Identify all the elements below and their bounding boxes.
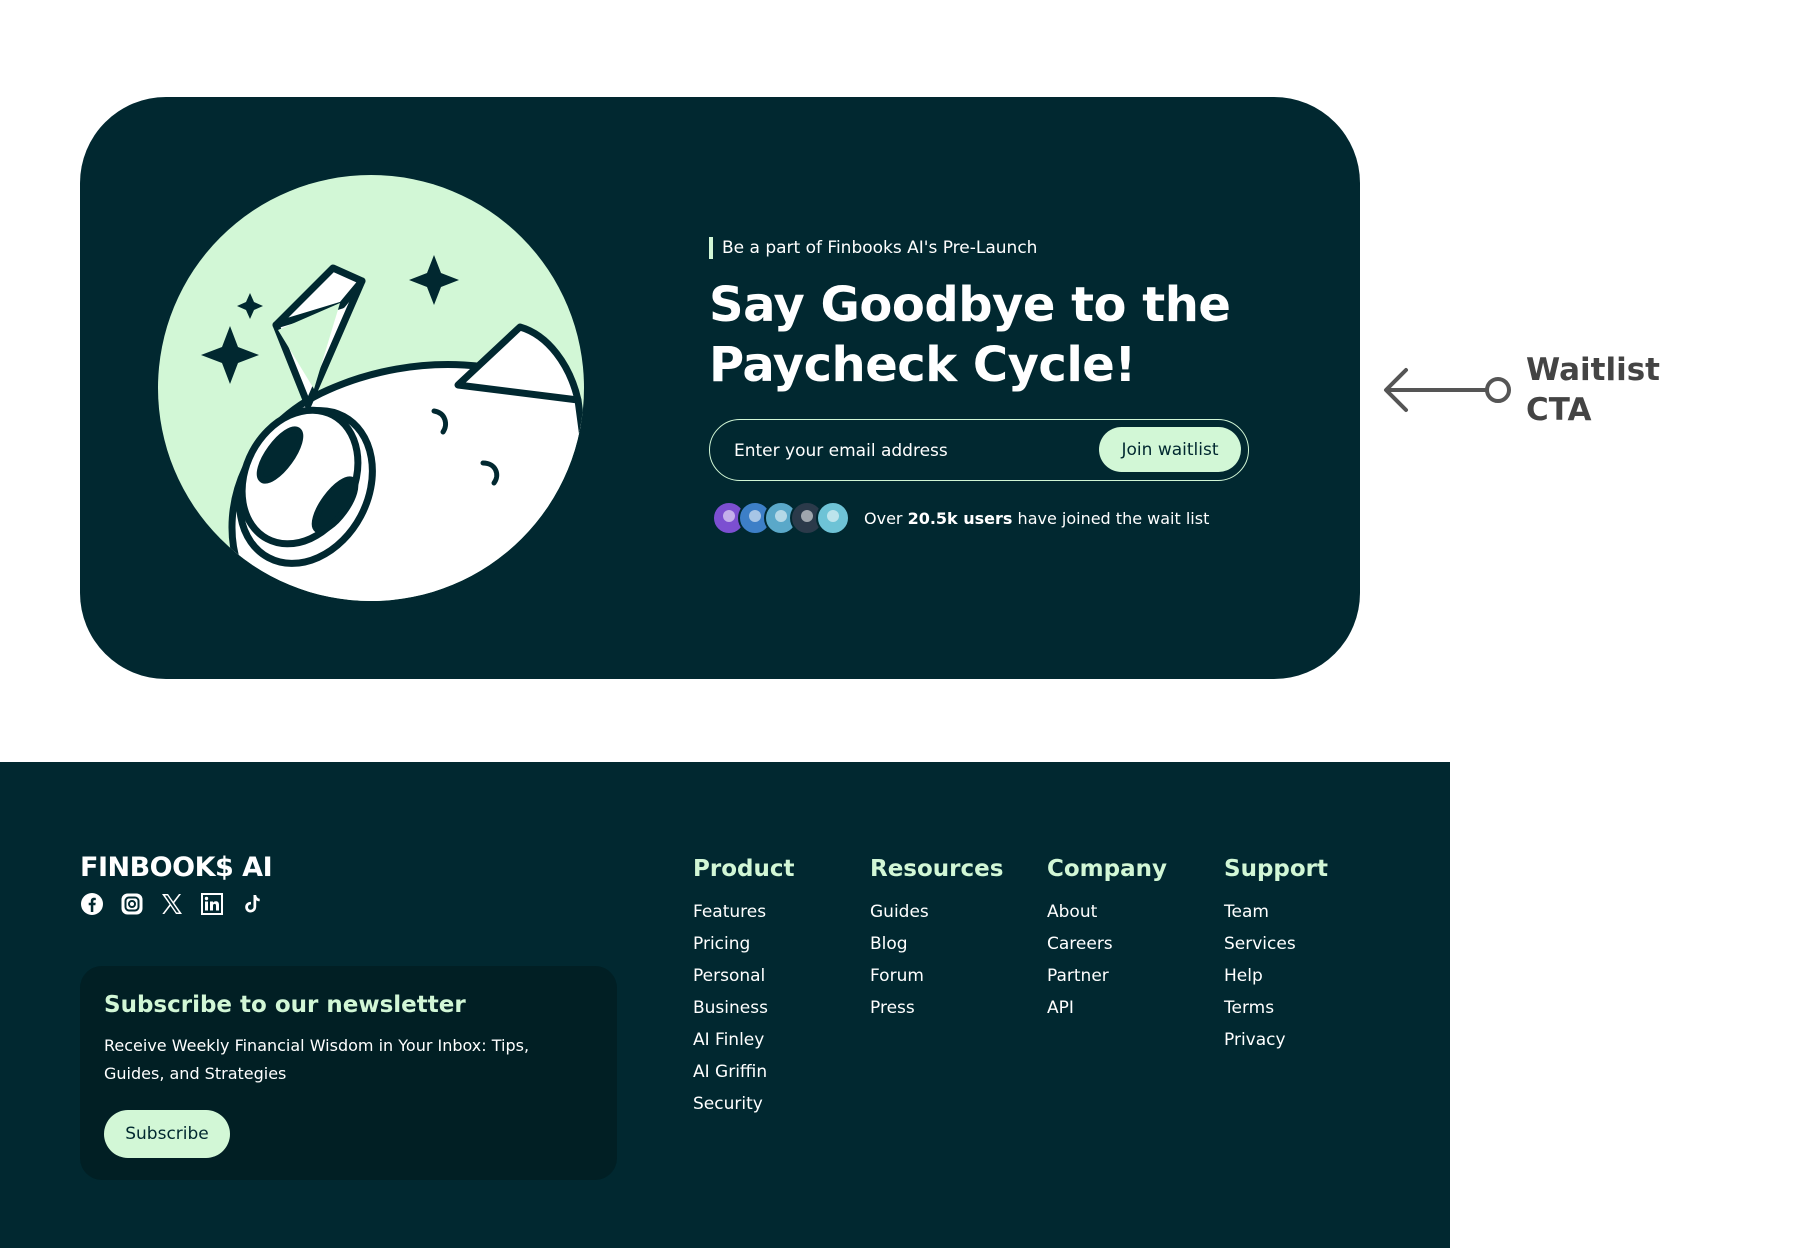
footer-link-personal[interactable]: Personal	[693, 966, 765, 986]
arrow-left-icon	[1384, 368, 1511, 412]
footer-link-press[interactable]: Press	[870, 998, 915, 1018]
subscribe-button[interactable]: Subscribe	[104, 1110, 230, 1158]
instagram-icon[interactable]	[120, 892, 144, 916]
footer-link-help[interactable]: Help	[1224, 966, 1263, 986]
footer-link-blog[interactable]: Blog	[870, 934, 908, 954]
annotation-label: Waitlist CTA	[1526, 352, 1660, 428]
footer-link-about[interactable]: About	[1047, 902, 1097, 922]
footer-link-careers[interactable]: Careers	[1047, 934, 1113, 954]
footer-link-ai-finley[interactable]: AI Finley	[693, 1030, 764, 1050]
proof-suffix: have joined the wait list	[1017, 508, 1210, 528]
footer-link-api[interactable]: API	[1047, 998, 1074, 1018]
tiktok-icon[interactable]	[240, 892, 264, 916]
newsletter-card: Subscribe to our newsletter Receive Week…	[80, 966, 617, 1180]
facebook-icon[interactable]	[80, 892, 104, 916]
social-proof: Over 20.5k users have joined the wait li…	[712, 501, 1209, 535]
footer-link-terms[interactable]: Terms	[1224, 998, 1274, 1018]
footer-link-privacy[interactable]: Privacy	[1224, 1030, 1286, 1050]
footer-link-ai-griffin[interactable]: AI Griffin	[693, 1062, 767, 1082]
avatar	[816, 501, 850, 535]
proof-prefix: Over	[864, 508, 903, 528]
footer-column-company: Company About Careers Partner API	[1047, 852, 1212, 1024]
footer-link-features[interactable]: Features	[693, 902, 766, 922]
footer-column-title: Product	[693, 856, 795, 882]
x-icon[interactable]	[160, 892, 184, 916]
site-footer: FINBOOK$ AI Subscribe to our newsletter	[0, 762, 1450, 1248]
footer-column-title: Company	[1047, 856, 1167, 882]
eyebrow-text: Be a part of Finbooks AI's Pre-Launch	[709, 237, 1037, 259]
footer-column-resources: Resources Guides Blog Forum Press	[870, 852, 1035, 1024]
footer-link-forum[interactable]: Forum	[870, 966, 924, 986]
avatar-stack	[712, 501, 850, 535]
footer-column-title: Resources	[870, 856, 1004, 882]
footer-link-business[interactable]: Business	[693, 998, 768, 1018]
waitlist-count-text: Over 20.5k users have joined the wait li…	[864, 509, 1209, 528]
logo[interactable]: FINBOOK$ AI	[80, 852, 273, 883]
waitlist-cta-section: Be a part of Finbooks AI's Pre-Launch Sa…	[80, 97, 1360, 679]
annotation-callout: Waitlist CTA	[1380, 350, 1680, 430]
email-input[interactable]	[732, 432, 1076, 470]
piggy-bank-illustration	[158, 175, 584, 601]
footer-link-partner[interactable]: Partner	[1047, 966, 1109, 986]
linkedin-icon[interactable]	[200, 892, 224, 916]
footer-link-pricing[interactable]: Pricing	[693, 934, 750, 954]
footer-link-team[interactable]: Team	[1224, 902, 1269, 922]
social-links	[80, 892, 280, 916]
proof-count: 20.5k users	[907, 508, 1013, 528]
newsletter-description: Receive Weekly Financial Wisdom in Your …	[104, 1036, 530, 1083]
footer-link-services[interactable]: Services	[1224, 934, 1296, 954]
footer-link-security[interactable]: Security	[693, 1094, 763, 1114]
join-waitlist-button[interactable]: Join waitlist	[1099, 427, 1241, 472]
waitlist-form: Join waitlist	[709, 419, 1249, 481]
footer-column-support: Support Team Services Help Terms Privacy	[1224, 852, 1389, 1056]
cta-headline: Say Goodbye to the Paycheck Cycle!	[709, 277, 1231, 393]
footer-column-product: Product Features Pricing Personal Busine…	[693, 852, 858, 1120]
footer-column-title: Support	[1224, 856, 1329, 882]
newsletter-title: Subscribe to our newsletter	[104, 992, 466, 1018]
footer-link-guides[interactable]: Guides	[870, 902, 929, 922]
